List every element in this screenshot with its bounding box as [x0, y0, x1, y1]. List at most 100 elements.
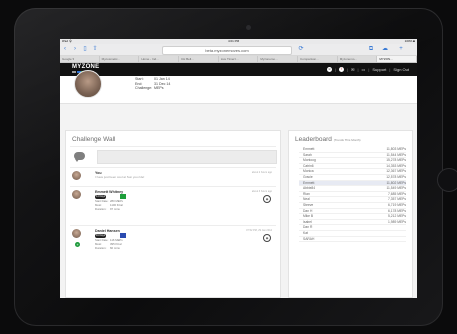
tab-strip: Google ▾ Mycosmetic... Home - Ind... CH Bel… [60, 56, 417, 63]
browser-tab[interactable]: Myzonemo... [338, 56, 378, 62]
header-nav: ☺ | ! | ✉ | ▭ | Support | Sign Out [327, 63, 409, 76]
leaderboard-score: 12,367 MEPs [386, 169, 406, 174]
leaderboard-name: Gracie [303, 174, 313, 179]
start-value: 01 Jan 14 [154, 77, 170, 81]
comment-bubble-icon [74, 152, 85, 162]
post-time: about 3 hours ago [251, 190, 272, 193]
leaderboard-name: Kat [303, 230, 308, 235]
leaderboard-score: 11,802 MEPs [386, 180, 406, 185]
browser-tab[interactable]: Home - Ind... [139, 56, 180, 62]
sticker-icon[interactable]: ◉ [263, 234, 271, 242]
leaderboard-score: 6,719 MEPs [388, 202, 406, 207]
browser-tab[interactable]: Mycosmetic... [100, 56, 140, 62]
leaderboard-score: 11,544 MEPs [386, 152, 406, 157]
leaderboard-name: SARAH [303, 236, 315, 241]
share-icon[interactable]: ⇧ [90, 44, 100, 55]
end-value: 31 Dec 14 [154, 81, 171, 86]
challenge-info: Start: 01 Jan 14 End: 31 Dec 14 Challenge:… [135, 77, 170, 91]
icloud-tabs-icon[interactable]: ☁ [380, 44, 390, 55]
reload-icon[interactable]: ⟳ [296, 44, 306, 55]
stat-value: 97 mins [110, 207, 120, 211]
leaderboard-title-text: Leaderboard [295, 136, 332, 143]
challenge-wall-panel: Challenge Wall You I have just been cool… [65, 130, 281, 298]
sticker-icon[interactable]: ◉ [263, 195, 271, 203]
avatar [72, 171, 81, 180]
leaderboard-name: Montoog [303, 158, 316, 163]
leaderboard-score: 11,803 MEPs [386, 147, 406, 151]
leaderboard-score: 11,549 MEPs [386, 186, 406, 191]
leaderboard-name: Catrin6 [303, 163, 314, 168]
mail-icon[interactable]: ✉ [351, 67, 354, 72]
browser-tab[interactable]: MYZON... [377, 56, 417, 62]
flag-icon[interactable]: ▭ [362, 67, 366, 72]
challenge-label: Challenge: [135, 86, 153, 91]
new-tab-icon[interactable]: + [396, 44, 406, 55]
nav-divider: | [347, 67, 349, 72]
comment-input[interactable] [97, 150, 277, 164]
stat-label: Duration: [95, 207, 107, 211]
leaderboard-score: 6,178 MEPs [388, 208, 406, 213]
leaderboard-score: 1,989 MEPs [388, 219, 406, 224]
back-arrow-icon[interactable]: ‹ [60, 44, 70, 55]
tablet-screen: iPad 令 4:01 PM 100% ■ ‹ › ▯ ⇧ beta.myzon… [60, 39, 417, 298]
challenge-header: Start: 01 Jan 14 End: 31 Dec 14 Challenge:… [60, 70, 417, 104]
leaderboard-table: Emmett 11,803 MEPs Sarah 11,544 MEPs Montoog… [299, 147, 406, 243]
leaderboard-name: Dan R [303, 225, 313, 230]
leaderboard-score: 14,353 MEPs [386, 163, 406, 168]
workout-stats: 14 Days Start Date: 280 MEPs Most: 1100 KC… [95, 194, 123, 211]
nav-divider: | [389, 67, 391, 72]
challenge-wall-title: Challenge Wall [72, 136, 116, 143]
leaderboard-name: Dan H [303, 208, 313, 213]
site-header: MYZONE ☺ | ! | ✉ | ▭ | Support | Sign Ou… [60, 63, 417, 76]
nav-divider: | [357, 67, 359, 72]
browser-tab[interactable]: CH Bell... [179, 56, 219, 62]
support-link[interactable]: Support [372, 67, 386, 72]
wall-post: Emmett Whitney about 3 hours ago 14 Days… [70, 186, 276, 225]
zone-flag [120, 194, 126, 199]
leaderboard-name: Mike B [303, 214, 314, 219]
leaderboard-name: Rian [303, 191, 310, 196]
stat-value: 60 mins [110, 246, 120, 250]
post-text: I have just been cool at Sun you ride! [95, 175, 145, 179]
logo-color-block [72, 71, 76, 73]
alert-icon[interactable]: ! [339, 67, 345, 72]
leaderboard-name: Monica [303, 169, 314, 174]
leaderboard-panel: Leaderboard (Trends This Month) Emmett 11… [288, 130, 413, 298]
home-button[interactable] [437, 168, 457, 192]
leaderboard-score: 15,278 MEPs [386, 158, 406, 163]
leaderboard-score: 5,212 MEPs [388, 214, 406, 219]
front-camera [246, 25, 251, 30]
leaderboard-name: Sarah [303, 152, 312, 157]
bookmarks-icon[interactable]: ▯ [80, 44, 90, 55]
leaderboard-score: 7,685 MEPs [388, 191, 406, 196]
leaderboard-title: Leaderboard (Trends This Month) [289, 131, 412, 146]
user-icon[interactable]: ☺ [327, 67, 333, 72]
url-bar[interactable]: beta.myzonemoves.com [162, 46, 292, 55]
reading-list-icon[interactable]: ⧉ [366, 44, 376, 55]
post-time: about 2 hours ago [251, 171, 272, 174]
leaderboard-name: Steeve [303, 202, 314, 207]
leaderboard-name: Neal [303, 197, 310, 202]
nav-divider: | [368, 67, 370, 72]
leaderboard-name: Isabel [303, 219, 312, 224]
avatar [72, 190, 81, 199]
avatar[interactable] [74, 70, 102, 98]
forward-arrow-icon[interactable]: › [70, 44, 80, 55]
browser-tab[interactable]: Live Timerz... [219, 56, 259, 62]
leaderboard-name: Emmett [303, 147, 315, 151]
browser-toolbar: ‹ › ▯ ⇧ beta.myzonemoves.com ⟳ ⧉ ☁ + [60, 44, 417, 56]
browser-tab[interactable]: Comparison... [298, 56, 338, 62]
nav-divider: | [335, 67, 337, 72]
avatar [72, 229, 81, 238]
wall-post: + Daniel Hansen 07:52 PM, 29 Jan 2014 16… [70, 225, 276, 266]
leaderboard-name: Emmett [303, 180, 315, 185]
add-comment-icon[interactable]: + [75, 242, 80, 247]
wall-post: You I have just been cool at Sun you rid… [70, 167, 276, 186]
browser-tab[interactable]: Google ▾ [60, 56, 100, 62]
browser-tab[interactable]: Myzonemo... [258, 56, 299, 62]
leaderboard-row[interactable]: SARAH [299, 237, 406, 243]
post-time: 07:52 PM, 29 Jan 2014 [246, 229, 272, 232]
leaderboard-score: 12,578 MEPs [386, 174, 406, 179]
signout-link[interactable]: Sign Out [393, 67, 409, 72]
comment-composer [70, 146, 277, 167]
